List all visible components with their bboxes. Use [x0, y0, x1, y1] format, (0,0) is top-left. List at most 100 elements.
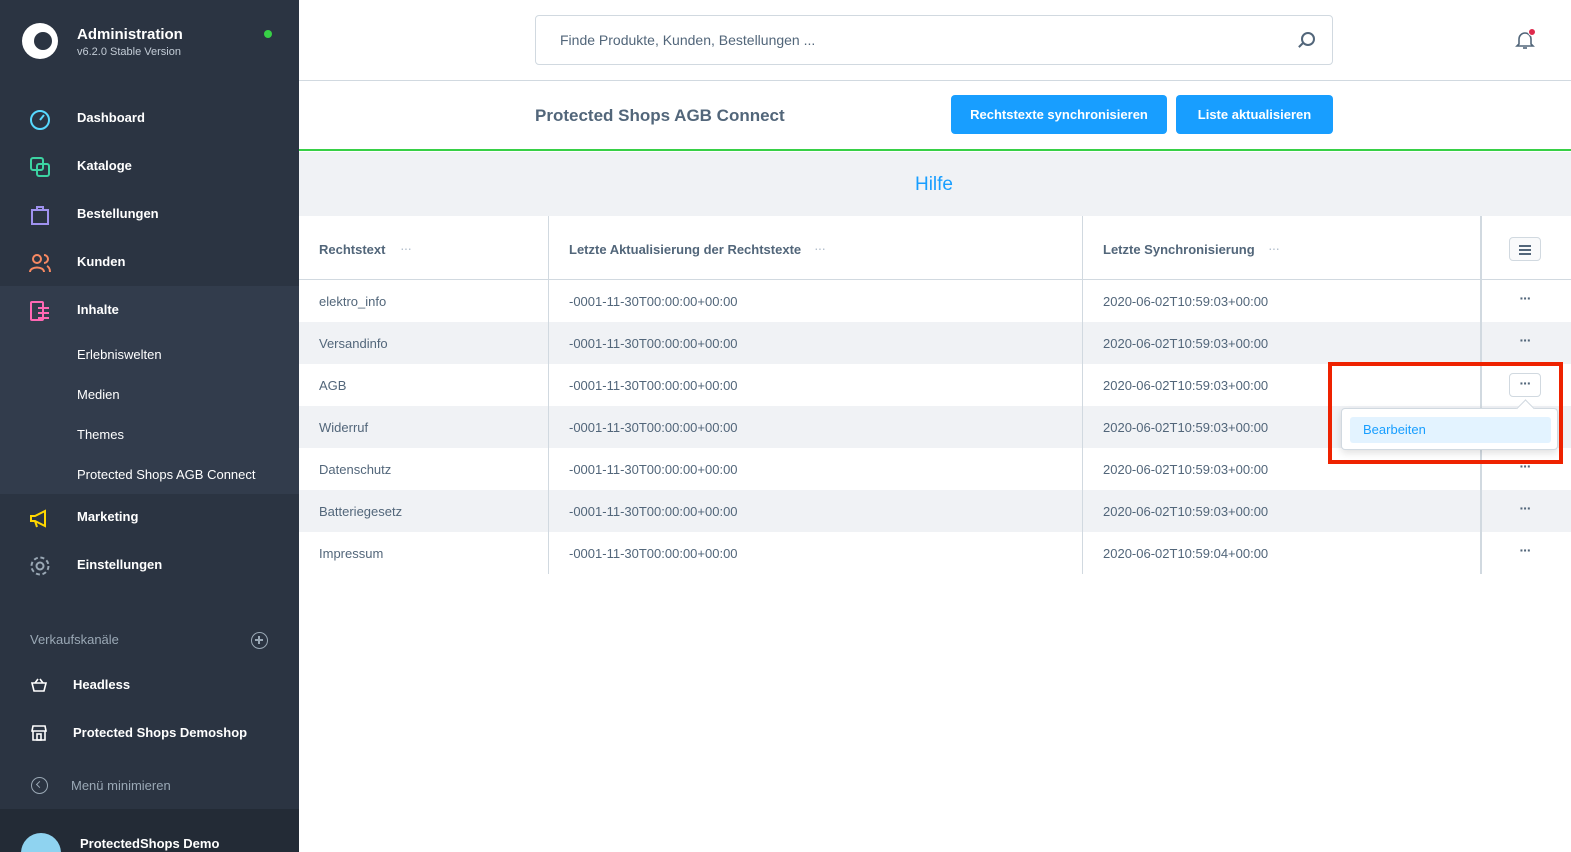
- settings-icon: [30, 556, 50, 576]
- sync-legal-texts-button[interactable]: Rechtstexte synchronisieren: [951, 95, 1167, 134]
- dashboard-icon: [30, 110, 50, 130]
- table-row: Impressum -0001-11-30T00:00:00+00:00 202…: [299, 532, 1571, 574]
- grid-settings-button[interactable]: [1509, 237, 1541, 261]
- help-link[interactable]: Hilfe: [299, 174, 1569, 196]
- add-sales-channel-icon[interactable]: [251, 632, 268, 649]
- notification-badge: [1528, 28, 1536, 36]
- sidebar: Administration v6.2.0 Stable Version Das…: [0, 0, 299, 852]
- status-online-icon: [264, 30, 272, 38]
- help-bar: Hilfe: [299, 152, 1571, 216]
- row-actions-button[interactable]: ···: [1509, 373, 1541, 397]
- sales-channel-headless[interactable]: Headless: [0, 666, 299, 706]
- sidebar-item-label: Kataloge: [77, 158, 132, 173]
- sidebar-item-marketing[interactable]: Marketing: [0, 494, 299, 542]
- row-actions-button[interactable]: ···: [1509, 331, 1541, 355]
- sidebar-subitem-protected-shops[interactable]: Protected Shops AGB Connect: [77, 467, 256, 482]
- cell-legal-text: Versandinfo: [319, 336, 388, 351]
- sales-channel-demoshop[interactable]: Protected Shops Demoshop: [0, 714, 299, 754]
- top-bar: [299, 0, 1571, 81]
- app-title: Administration: [77, 26, 183, 43]
- table-row: Batteriegesetz -0001-11-30T00:00:00+00:0…: [299, 490, 1571, 532]
- chevron-left-circle-icon: [31, 777, 48, 794]
- cell-last-update: -0001-11-30T00:00:00+00:00: [569, 336, 738, 351]
- sidebar-subitem-shopping-experiences[interactable]: Erlebniswelten: [77, 347, 162, 362]
- customers-icon: [29, 254, 51, 273]
- search-icon[interactable]: [1301, 32, 1315, 46]
- page-title: Protected Shops AGB Connect: [535, 106, 785, 125]
- sidebar-item-settings[interactable]: Einstellungen: [0, 542, 299, 590]
- cell-legal-text: Impressum: [319, 546, 384, 561]
- sidebar-item-content[interactable]: Inhalte: [0, 287, 299, 335]
- row-actions-button[interactable]: ···: [1509, 289, 1541, 313]
- storefront-icon: [31, 725, 47, 741]
- cell-legal-text: Widerruf: [319, 420, 369, 435]
- cell-legal-text: AGB: [319, 378, 347, 393]
- cell-last-update: -0001-11-30T00:00:00+00:00: [569, 462, 738, 477]
- cell-last-sync: 2020-06-02T10:59:03+00:00: [1103, 504, 1269, 519]
- column-header-last-update[interactable]: Letzte Aktualisierung der Rechtstexte: [569, 242, 801, 257]
- row-actions-button[interactable]: ···: [1509, 541, 1541, 565]
- column-header-legal-text[interactable]: Rechtstext: [319, 242, 385, 257]
- column-menu-button[interactable]: ···: [814, 240, 826, 256]
- cell-last-sync: 2020-06-02T10:59:03+00:00: [1103, 294, 1269, 309]
- user-menu[interactable]: ProtectedShops Demo: [0, 809, 299, 852]
- row-context-menu: Bearbeiten: [1341, 408, 1558, 450]
- sidebar-item-label: Marketing: [77, 509, 139, 524]
- cell-last-sync: 2020-06-02T10:59:03+00:00: [1103, 378, 1269, 393]
- cell-legal-text: elektro_info: [319, 294, 387, 309]
- catalog-icon: [30, 157, 50, 177]
- global-search: [535, 15, 1333, 65]
- sidebar-item-label: Kunden: [77, 254, 126, 269]
- minimize-menu-button[interactable]: Menü minimieren: [0, 772, 299, 802]
- column-header-last-sync[interactable]: Letzte Synchronisierung: [1103, 242, 1255, 257]
- basket-icon: [30, 678, 48, 692]
- column-menu-button[interactable]: ···: [1268, 240, 1280, 256]
- brand-header: Administration v6.2.0 Stable Version: [0, 0, 299, 80]
- user-name: ProtectedShops Demo: [80, 836, 220, 851]
- page-header: Protected Shops AGB Connect Rechtstexte …: [299, 81, 1571, 151]
- avatar: [21, 833, 61, 852]
- sidebar-item-label: Inhalte: [77, 302, 119, 317]
- search-input[interactable]: [536, 16, 1286, 64]
- column-divider: [1480, 216, 1482, 574]
- sidebar-item-label: Bestellungen: [77, 206, 159, 221]
- cell-legal-text: Datenschutz: [319, 462, 392, 477]
- column-divider: [548, 216, 549, 574]
- cell-last-update: -0001-11-30T00:00:00+00:00: [569, 504, 738, 519]
- column-divider: [1082, 216, 1083, 574]
- sidebar-subitem-media[interactable]: Medien: [77, 387, 120, 402]
- app-version: v6.2.0 Stable Version: [77, 46, 181, 58]
- sidebar-item-dashboard[interactable]: Dashboard: [0, 95, 299, 143]
- sidebar-item-catalogs[interactable]: Kataloge: [0, 143, 299, 191]
- sales-channels-title: Verkaufskanäle: [30, 632, 119, 647]
- table-row: AGB -0001-11-30T00:00:00+00:00 2020-06-0…: [299, 364, 1571, 406]
- column-menu-button[interactable]: ···: [400, 240, 412, 256]
- cell-last-update: -0001-11-30T00:00:00+00:00: [569, 420, 738, 435]
- edit-menu-item[interactable]: Bearbeiten: [1350, 417, 1551, 443]
- cell-last-sync: 2020-06-02T10:59:03+00:00: [1103, 336, 1269, 351]
- cell-last-update: -0001-11-30T00:00:00+00:00: [569, 294, 738, 309]
- shopware-logo-icon[interactable]: [22, 23, 58, 59]
- cell-legal-text: Batteriegesetz: [319, 504, 403, 519]
- grid-header: Rechtstext ··· Letzte Aktualisierung der…: [299, 216, 1571, 280]
- cell-last-update: -0001-11-30T00:00:00+00:00: [569, 546, 738, 561]
- cell-last-sync: 2020-06-02T10:59:03+00:00: [1103, 462, 1269, 477]
- table-row: elektro_info -0001-11-30T00:00:00+00:00 …: [299, 280, 1571, 322]
- sidebar-item-customers[interactable]: Kunden: [0, 239, 299, 287]
- sidebar-item-label: Dashboard: [77, 110, 145, 125]
- table-row: Versandinfo -0001-11-30T00:00:00+00:00 2…: [299, 322, 1571, 364]
- sidebar-subitem-themes[interactable]: Themes: [77, 427, 124, 442]
- table-row: Datenschutz -0001-11-30T00:00:00+00:00 2…: [299, 448, 1571, 490]
- content-icon: [30, 301, 49, 321]
- marketing-icon: [30, 509, 46, 528]
- sales-channel-label: Protected Shops Demoshop: [73, 725, 248, 740]
- sidebar-item-orders[interactable]: Bestellungen: [0, 191, 299, 239]
- sales-channel-label: Headless: [73, 677, 131, 692]
- cell-last-update: -0001-11-30T00:00:00+00:00: [569, 378, 738, 393]
- row-actions-button[interactable]: ···: [1509, 457, 1541, 481]
- orders-icon: [31, 206, 49, 225]
- row-actions-button[interactable]: ···: [1509, 499, 1541, 523]
- cell-last-sync: 2020-06-02T10:59:03+00:00: [1103, 420, 1269, 435]
- refresh-list-button[interactable]: Liste aktualisieren: [1176, 95, 1333, 134]
- minimize-menu-label: Menü minimieren: [71, 778, 171, 793]
